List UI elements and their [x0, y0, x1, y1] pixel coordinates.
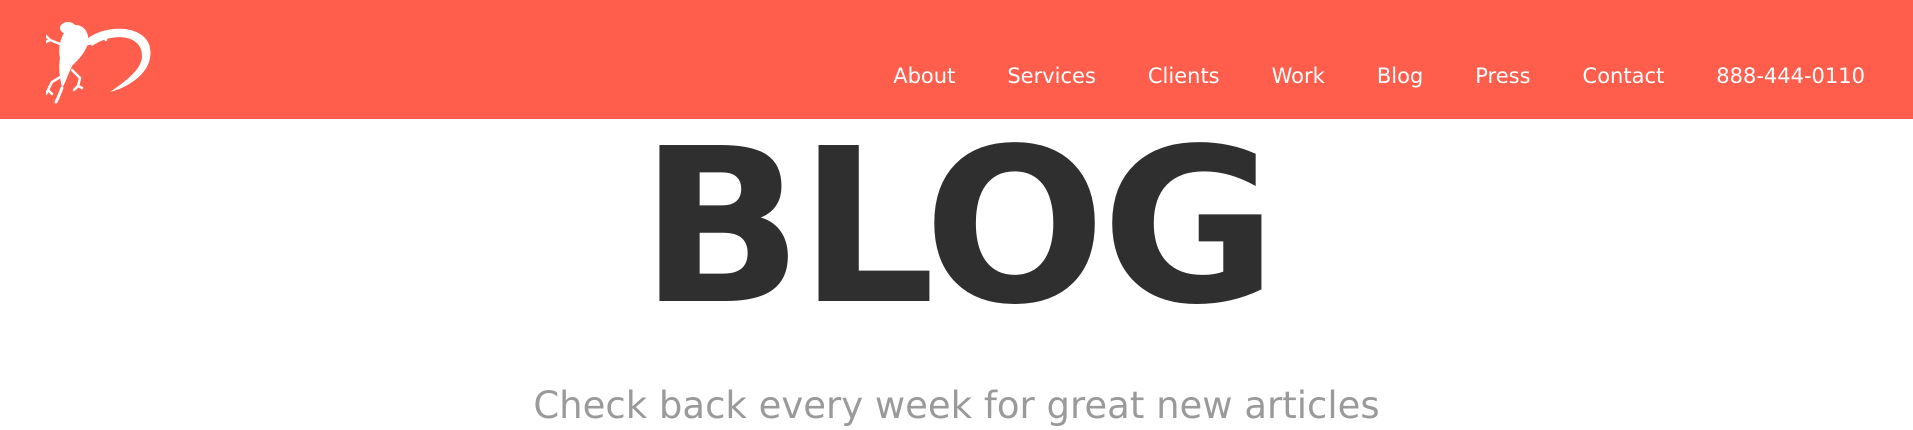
- nav-item-about[interactable]: About: [893, 61, 955, 91]
- site-header: About Services Clients Work Blog Press C…: [0, 0, 1913, 119]
- nav-item-work[interactable]: Work: [1272, 61, 1325, 91]
- nav-item-services[interactable]: Services: [1007, 61, 1096, 91]
- nav-item-clients[interactable]: Clients: [1148, 61, 1220, 91]
- page-title: BLOG: [639, 103, 1277, 352]
- main-nav: About Services Clients Work Blog Press C…: [841, 61, 1865, 91]
- page-subtitle: Check back every week for great new arti…: [533, 384, 1380, 427]
- nav-item-phone[interactable]: 888-444-0110: [1716, 61, 1865, 91]
- lizard-logo-icon[interactable]: [44, 18, 152, 104]
- nav-item-press[interactable]: Press: [1475, 61, 1530, 91]
- nav-item-contact[interactable]: Contact: [1583, 61, 1665, 91]
- nav-item-blog[interactable]: Blog: [1377, 61, 1423, 91]
